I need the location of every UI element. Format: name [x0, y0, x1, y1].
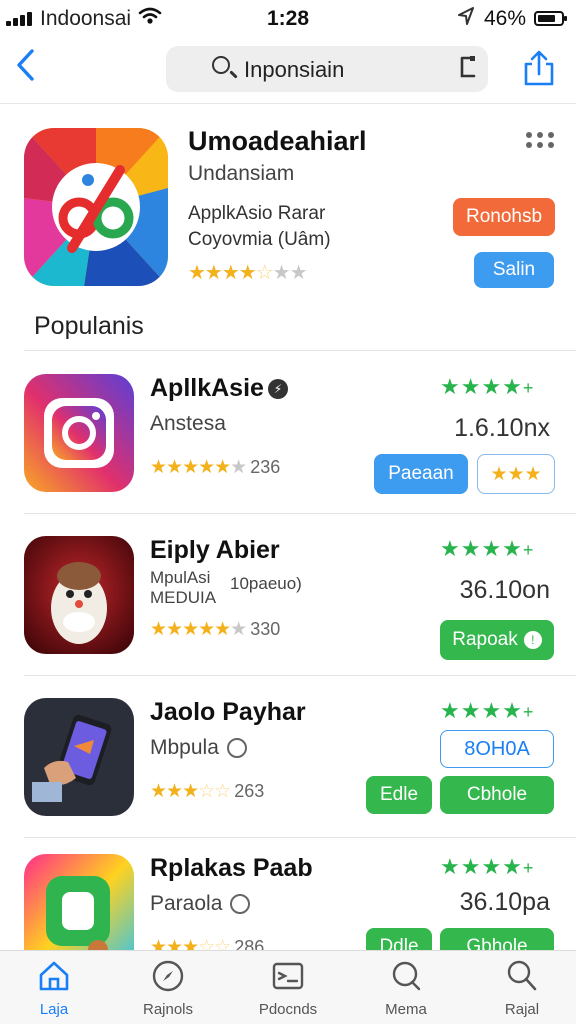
rating-count: 263: [234, 781, 265, 801]
list-item[interactable]: ApllkAsie ⚡ Anstesa ★★★★★★ 236 ★★★★+ 1.6.1…: [0, 354, 576, 514]
camera-app-icon[interactable]: [24, 374, 134, 492]
choose-button[interactable]: Cbhole: [440, 776, 554, 814]
search-bubble-icon: [389, 959, 423, 993]
green-rating: ★★★★+: [440, 854, 535, 879]
featured-primary-button[interactable]: Ronohsb: [453, 198, 555, 236]
home-icon: [37, 959, 71, 993]
star-rating: ★★★★★★ 330: [150, 619, 281, 640]
list-item[interactable]: Eiply Abier MpulAsi MEDUIA 10paeuo) ★★★★★…: [0, 516, 576, 676]
tab-bar: Laja Rajnols Pdocnds Mema Rajal: [0, 950, 576, 1024]
green-rating: ★★★★+: [440, 374, 535, 399]
app-subtitle-extra: 10paeuo): [230, 574, 302, 593]
rate-button[interactable]: ★★★: [477, 454, 555, 494]
divider: [24, 350, 576, 351]
tab-label: Rajnols: [142, 1001, 194, 1018]
app-subtitle: Paraola: [150, 892, 251, 916]
search-icon: [505, 959, 539, 993]
get-button[interactable]: Rapoak!: [440, 620, 554, 660]
tab-label: Pdocnds: [258, 1001, 318, 1018]
location-arrow-icon: [458, 7, 474, 30]
verified-icon: ⚡: [267, 379, 288, 400]
card-icon: [271, 959, 305, 993]
app-size: 1.6.10nx: [454, 414, 550, 442]
app-size: 36.10on: [459, 576, 550, 604]
tab-messages[interactable]: Mema: [356, 959, 456, 1021]
edit-button[interactable]: Edle: [366, 776, 432, 814]
search-query: Inponsiain: [244, 57, 345, 82]
tab-label: Mema: [385, 1001, 427, 1018]
app-title[interactable]: Jaolo Payhar: [150, 698, 306, 727]
tab-updates[interactable]: Pdocnds: [238, 959, 338, 1021]
phone-app-icon[interactable]: [24, 698, 134, 816]
rating-count: 330: [250, 619, 281, 639]
featured-app[interactable]: Umoadeahiarl Undansiam ApplkAsio Rarar C…: [0, 112, 576, 298]
navigation-bar: Inponsiain: [0, 40, 576, 104]
list-item[interactable]: Jaolo Payhar Mbpula ★★★☆☆ 263 ★★★★+ 8OH0A…: [0, 678, 576, 838]
tab-search[interactable]: Rajal: [472, 959, 572, 1021]
app-title[interactable]: Rplakas Paab: [150, 854, 313, 883]
featured-app-description-2: Coyovmia (Uâm): [188, 229, 331, 250]
featured-app-title[interactable]: Umoadeahiarl: [188, 126, 367, 157]
more-options-icon[interactable]: [526, 132, 554, 148]
tab-discover[interactable]: Rajnols: [118, 959, 218, 1021]
section-title: Populanis: [34, 312, 144, 340]
app-title[interactable]: Eiply Abier: [150, 536, 280, 565]
featured-secondary-button[interactable]: Salin: [474, 252, 554, 288]
clipboard-icon[interactable]: [458, 54, 478, 87]
featured-app-subtitle: Undansiam: [188, 162, 295, 185]
battery-percent: 46%: [484, 7, 527, 30]
search-icon: [212, 56, 230, 74]
featured-star-rating: ★★★★☆★★: [188, 262, 308, 284]
tab-label: Laja: [39, 1001, 69, 1018]
app-size: 36.10pa: [459, 888, 550, 916]
clock-icon: [226, 738, 247, 759]
rating-count: 236: [250, 457, 281, 477]
app-subtitle: Anstesa: [150, 412, 226, 435]
star-rating: ★★★☆☆ 263: [150, 781, 265, 802]
search-input[interactable]: Inponsiain: [166, 46, 488, 92]
featured-app-description: ApplkAsio Rarar: [188, 203, 326, 224]
star-rating: ★★★★★★ 236: [150, 457, 281, 478]
get-button[interactable]: Paeaan: [374, 454, 468, 494]
divider: [24, 675, 576, 676]
info-icon: !: [523, 631, 542, 649]
app-title[interactable]: ApllkAsie ⚡: [150, 374, 288, 403]
clock-icon: [230, 894, 251, 915]
battery-icon: [534, 11, 567, 26]
compass-icon: [151, 959, 185, 993]
green-rating: ★★★★+: [440, 536, 535, 561]
chevron-left-icon[interactable]: [14, 48, 36, 92]
tab-label: Rajal: [504, 1001, 540, 1018]
green-rating: ★★★★+: [440, 698, 535, 723]
size-button[interactable]: 8OH0A: [440, 730, 554, 768]
character-app-icon[interactable]: [24, 536, 134, 654]
featured-app-icon[interactable]: [24, 128, 168, 286]
share-icon[interactable]: [522, 50, 556, 86]
divider: [24, 513, 576, 514]
app-subtitle: MpulAsi MEDUIA: [150, 568, 217, 607]
app-subtitle: Mbpula: [150, 736, 247, 760]
status-bar: Indoonsai 1:28 46%: [0, 0, 576, 36]
tab-home[interactable]: Laja: [4, 959, 104, 1021]
